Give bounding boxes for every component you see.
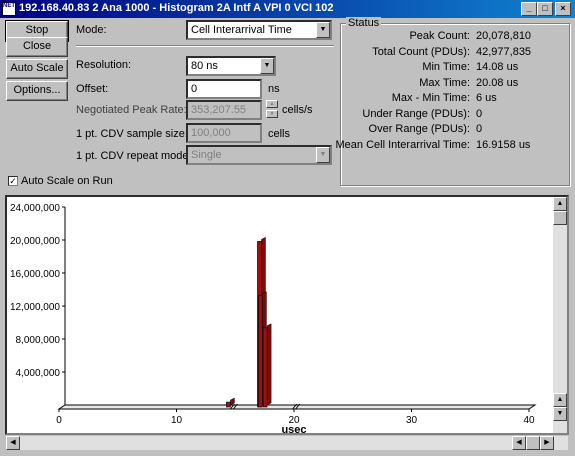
x-tick-label: 30	[406, 415, 418, 426]
resolution-label: Resolution:	[76, 59, 132, 71]
app-icon: NET	[2, 2, 16, 16]
cdv-mode-select: Single ▼	[186, 145, 332, 165]
mode-value: Cell Interarrival Time	[191, 24, 292, 36]
status-label: Min Time:	[422, 61, 470, 73]
status-value: 0	[476, 107, 483, 120]
histogram-chart: 4,000,000 8,000,000 12,000,000 16,000,000 20…	[5, 195, 569, 435]
bar-face	[262, 327, 268, 408]
horizontal-scroll-thumb[interactable]	[526, 436, 540, 450]
status-label: Under Range (PDUs):	[362, 107, 470, 120]
spin-down-icon: ▼	[266, 110, 278, 118]
options-button[interactable]: Options...	[6, 81, 68, 101]
peak-rate-label: Negotiated Peak Rate:	[76, 104, 187, 116]
chevron-down-icon[interactable]: ▼	[260, 58, 274, 74]
status-label: Total Count (PDUs):	[372, 45, 470, 58]
status-label: Max - Min Time:	[391, 92, 470, 104]
vertical-scroll-thumb[interactable]	[553, 211, 567, 225]
auto-scale-button[interactable]: Auto Scale	[6, 59, 68, 79]
histogram-svg: 4,000,000 8,000,000 12,000,000 16,000,000 20…	[10, 203, 537, 433]
peak-rate-unit: cells/s	[282, 104, 313, 116]
cdv-size-input: 100,000	[186, 123, 262, 143]
status-label: Peak Count:	[409, 30, 470, 42]
status-value: 20,078,810	[476, 30, 532, 42]
y-tick-label: 8,000,000	[16, 335, 61, 346]
vertical-scrollbar[interactable]: ▲ ▲ ▼	[553, 197, 567, 433]
status-value: 42,977,835	[476, 45, 532, 58]
close-window-button[interactable]: ×	[555, 2, 571, 16]
spin-up-icon: ▲	[266, 100, 278, 108]
horizontal-scrollbar[interactable]: ◀ ◀ ▶	[6, 436, 568, 450]
chevron-down-icon: ▼	[316, 147, 330, 163]
status-label: Max Time:	[419, 76, 470, 89]
y-tick-label: 12,000,000	[10, 302, 60, 313]
close-button[interactable]: Close	[6, 37, 68, 57]
status-value: 20.08 us	[476, 76, 519, 89]
status-label: Over Range (PDUs):	[368, 123, 470, 135]
status-value: 16.9158 us	[476, 138, 531, 151]
bar-side	[266, 323, 272, 406]
histogram-bar	[262, 323, 272, 408]
cdv-size-label: 1 pt. CDV sample size:	[76, 128, 188, 140]
status-title: Status	[346, 17, 382, 29]
mode-label: Mode:	[76, 24, 107, 36]
minimize-button[interactable]: _	[521, 2, 537, 16]
peak-rate-input: 353,207.55	[186, 100, 262, 120]
scroll-down-icon[interactable]: ▼	[553, 407, 567, 421]
divider	[76, 45, 334, 47]
auto-scale-on-run-label: Auto Scale on Run	[21, 175, 113, 187]
offset-label: Offset:	[76, 83, 109, 95]
x-tick-label: 10	[171, 415, 183, 426]
scroll-up-icon[interactable]: ▲	[553, 197, 567, 211]
cdv-mode-value: Single	[191, 149, 222, 161]
mode-select[interactable]: Cell Interarrival Time ▼	[186, 20, 332, 40]
chevron-down-icon[interactable]: ▼	[316, 22, 330, 38]
x-axis-label: usec	[281, 424, 306, 433]
status-value: 14.08 us	[476, 61, 519, 73]
window-title: 192.168.40.83 2 Ana 1000 - Histogram 2A …	[19, 2, 334, 14]
y-tick-label: 20,000,000	[10, 236, 60, 247]
scroll-right-icon[interactable]: ▶	[540, 436, 554, 450]
status-value: 0	[476, 123, 483, 135]
offset-input[interactable]: 0	[186, 79, 262, 99]
y-tick-label: 4,000,000	[16, 368, 61, 379]
status-value: 6 us	[476, 92, 497, 104]
x-tick-label: 0	[56, 415, 62, 426]
scroll-left-icon[interactable]: ◀	[6, 436, 20, 450]
y-tick-label: 24,000,000	[10, 203, 60, 214]
cdv-size-unit: cells	[268, 128, 291, 140]
status-label: Mean Cell Interarrival Time:	[335, 138, 471, 151]
x-tick-label: 40	[523, 415, 535, 426]
offset-unit: ns	[268, 83, 280, 95]
scroll-up-icon[interactable]: ▲	[553, 393, 567, 407]
scroll-left-icon[interactable]: ◀	[512, 436, 526, 450]
resolution-value: 80 ns	[191, 60, 218, 72]
bar-face	[226, 401, 231, 408]
title-bar[interactable]: NET 192.168.40.83 2 Ana 1000 - Histogram…	[0, 0, 575, 18]
bar-face	[258, 295, 263, 408]
resolution-select[interactable]: 80 ns ▼	[186, 56, 276, 76]
maximize-button[interactable]: □	[537, 2, 553, 16]
y-tick-label: 16,000,000	[10, 269, 60, 280]
auto-scale-on-run-checkbox[interactable]: ✓	[8, 176, 18, 186]
cdv-mode-label: 1 pt. CDV repeat mode:	[76, 150, 192, 162]
